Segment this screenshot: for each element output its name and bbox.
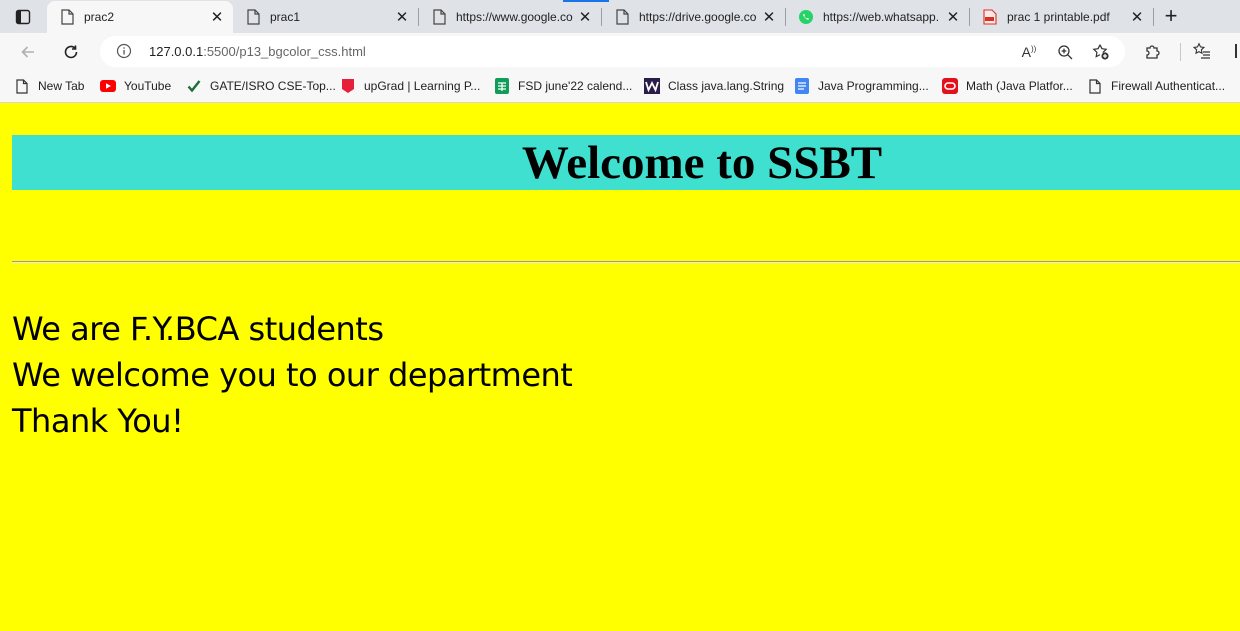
- close-icon[interactable]: ✕: [392, 7, 412, 27]
- fav-label: Math (Java Platfor...: [966, 79, 1073, 93]
- tab-drive[interactable]: https://drive.google.co ✕: [602, 0, 785, 33]
- url-path: :5500/p13_bgcolor_css.html: [203, 44, 366, 59]
- read-aloud-letter: A: [1021, 44, 1031, 60]
- plus-icon: +: [1164, 3, 1178, 28]
- fav-java-programming[interactable]: Java Programming...: [794, 76, 929, 96]
- favorites-button[interactable]: [1190, 39, 1214, 63]
- pdf-icon: [982, 8, 998, 25]
- star-add-icon: [1092, 44, 1109, 60]
- profile-edge: [1235, 44, 1237, 58]
- back-arrow-icon: [21, 46, 34, 58]
- youtube-icon: [100, 78, 116, 94]
- fav-math-java[interactable]: Math (Java Platfor...: [942, 76, 1073, 96]
- zoom-button[interactable]: [1054, 41, 1076, 63]
- tab-label: prac1: [270, 9, 301, 24]
- new-tab-button[interactable]: +: [1159, 5, 1183, 27]
- tab-separator: [1153, 8, 1154, 26]
- refresh-button[interactable]: [57, 38, 85, 66]
- checkmark-icon: [186, 78, 202, 94]
- favorites-list-icon: [1193, 42, 1210, 59]
- fav-fsd-calendar[interactable]: FSD june'22 calend...: [494, 76, 632, 96]
- tab-whatsapp[interactable]: https://web.whatsapp. ✕: [786, 0, 969, 33]
- tab-label: prac 1 printable.pdf: [1007, 9, 1110, 24]
- page-icon: [59, 9, 75, 25]
- profile-button[interactable]: [1232, 39, 1240, 63]
- page-icon: [14, 78, 30, 94]
- favorites-bar: New Tab YouTube GATE/ISRO CSE-Top... upG…: [0, 70, 1240, 103]
- tab-strip: prac2 ✕ prac1 ✕ https://www.google.co ✕ …: [0, 0, 1240, 33]
- upgrad-icon: [340, 78, 356, 94]
- read-aloud-icon: A)): [1021, 44, 1037, 60]
- add-favorite-button[interactable]: [1090, 41, 1112, 63]
- fav-label: YouTube: [124, 79, 172, 93]
- tab-actions-button[interactable]: [0, 0, 46, 33]
- url-text[interactable]: 127.0.0.1:5500/p13_bgcolor_css.html: [149, 44, 366, 59]
- docs-icon: [794, 78, 810, 94]
- tab-label: https://www.google.co: [456, 9, 573, 24]
- page-viewport: Welcome to SSBT We are F.Y.BCA students …: [0, 103, 1240, 631]
- horizontal-rule: [12, 261, 1240, 263]
- close-icon[interactable]: ✕: [759, 7, 779, 27]
- whatsapp-icon: [798, 9, 814, 25]
- page-icon: [614, 8, 630, 25]
- fav-label: New Tab: [38, 79, 85, 93]
- puzzle-icon: [1146, 45, 1160, 59]
- heading-banner: Welcome to SSBT: [12, 135, 1240, 190]
- tab-label: prac2: [84, 10, 115, 24]
- fav-java-string[interactable]: Class java.lang.String: [644, 76, 784, 96]
- page-body-text: We are F.Y.BCA students We welcome you t…: [12, 306, 573, 444]
- read-aloud-button[interactable]: A)): [1018, 41, 1040, 63]
- text-line-1: We are F.Y.BCA students: [12, 310, 384, 348]
- close-icon[interactable]: ✕: [1127, 7, 1147, 27]
- tab-loading-indicator: [563, 0, 609, 2]
- toolbar-divider: [1180, 43, 1181, 61]
- tab-prac1[interactable]: prac1 ✕: [233, 0, 418, 33]
- fav-upgrad[interactable]: upGrad | Learning P...: [340, 76, 480, 96]
- tab-label: https://web.whatsapp.: [823, 9, 940, 24]
- page-icon: [245, 8, 261, 25]
- zoom-icon: [1057, 44, 1072, 59]
- w-logo-icon: [644, 78, 660, 94]
- fav-gate-isro[interactable]: GATE/ISRO CSE-Top...: [186, 76, 336, 96]
- fav-new-tab[interactable]: New Tab: [14, 76, 84, 96]
- refresh-icon: [64, 45, 78, 59]
- tab-google[interactable]: https://www.google.co ✕: [419, 0, 601, 33]
- text-line-3: Thank You!: [12, 402, 184, 440]
- info-icon[interactable]: [116, 43, 132, 59]
- tab-actions-icon: [15, 9, 31, 24]
- address-bar[interactable]: 127.0.0.1:5500/p13_bgcolor_css.html A)): [100, 36, 1125, 67]
- page-heading: Welcome to SSBT: [521, 137, 883, 189]
- close-icon[interactable]: ✕: [575, 7, 595, 27]
- fav-label: Java Programming...: [818, 79, 929, 93]
- page-icon: [431, 8, 447, 25]
- fav-label: Class java.lang.String: [668, 79, 785, 93]
- page-icon: [1087, 78, 1103, 94]
- text-line-2: We welcome you to our department: [12, 356, 573, 394]
- fav-label: Firewall Authenticat...: [1111, 79, 1226, 93]
- close-icon[interactable]: ✕: [207, 7, 227, 27]
- browser-toolbar: 127.0.0.1:5500/p13_bgcolor_css.html A)): [0, 33, 1240, 70]
- fav-label: upGrad | Learning P...: [364, 79, 481, 93]
- fav-firewall-auth[interactable]: Firewall Authenticat...: [1087, 76, 1225, 96]
- close-icon[interactable]: ✕: [943, 7, 963, 27]
- tab-label: https://drive.google.co: [639, 9, 757, 24]
- fav-youtube[interactable]: YouTube: [100, 76, 171, 96]
- url-host: 127.0.0.1: [149, 44, 204, 59]
- fav-label: FSD june'22 calend...: [518, 79, 633, 93]
- tab-prac2[interactable]: prac2 ✕: [47, 1, 233, 33]
- back-button[interactable]: [14, 38, 42, 66]
- fav-label: GATE/ISRO CSE-Top...: [210, 79, 336, 93]
- oracle-icon: [942, 78, 958, 94]
- tab-pdf[interactable]: prac 1 printable.pdf ✕: [970, 0, 1153, 33]
- extensions-button[interactable]: [1141, 39, 1165, 63]
- sheets-icon: [494, 78, 510, 94]
